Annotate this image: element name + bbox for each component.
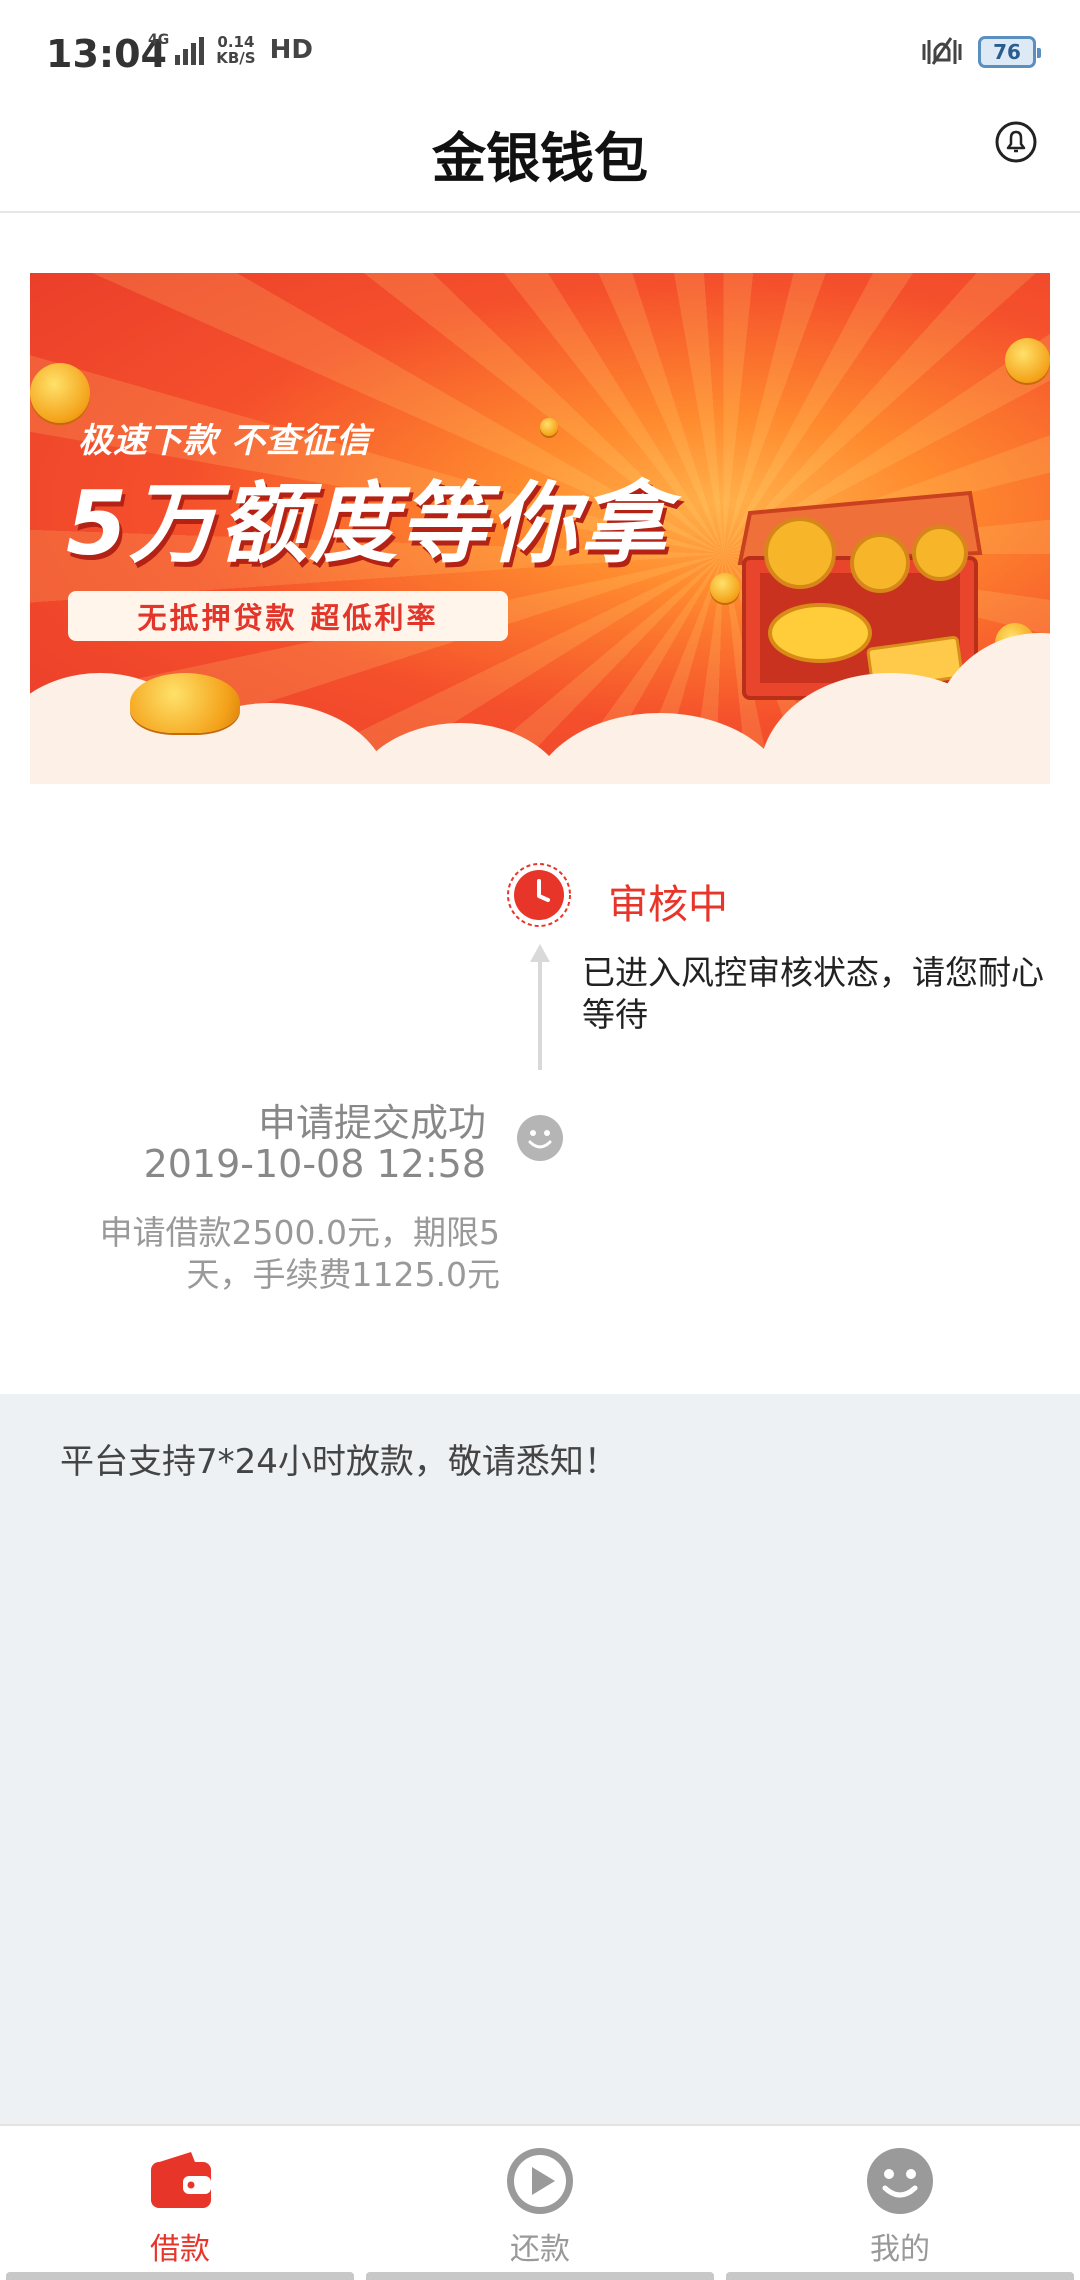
tab-label: 我的: [870, 2232, 930, 2267]
app-header: 金银钱包: [0, 100, 1080, 213]
promo-banner[interactable]: 极速下款 不查征信 5万额度等你拿 无抵押贷款 超低利率: [30, 273, 1050, 784]
network-indicator: 4G 0.14 KB/S HD: [148, 32, 313, 66]
clock-icon: [507, 863, 571, 927]
network-type: 4G: [148, 32, 170, 48]
past-status-datetime: 2019-10-08 12:58: [143, 1142, 486, 1186]
tab-mine[interactable]: 我的: [720, 2126, 1080, 2280]
tab-label: 还款: [510, 2232, 570, 2267]
current-status-description: 已进入风控审核状态，请您耐心等待: [582, 953, 1044, 1034]
gold-ingot-decoration: [130, 673, 240, 733]
current-status: 审核中: [608, 882, 728, 928]
network-speed-unit: KB/S: [216, 49, 256, 67]
bottom-nav: 借款 还款 我的: [0, 2124, 1080, 2280]
battery-icon: 76: [978, 36, 1041, 68]
status-right: 76: [920, 34, 1041, 70]
treasure-chest-image: [730, 453, 990, 703]
coin-decoration: [540, 418, 558, 436]
status-bar: 13:04 4G 0.14 KB/S HD 76: [0, 0, 1080, 100]
play-icon: [507, 2148, 573, 2214]
past-status-title: 申请提交成功: [257, 1101, 486, 1145]
tab-repay[interactable]: 还款: [360, 2126, 720, 2280]
signal-icon: [175, 35, 205, 65]
network-speed: 0.14 KB/S: [216, 34, 255, 66]
loan-detail: 申请借款2500.0元，期限5天，手续费1125.0元: [99, 1213, 500, 1294]
smiley-icon: [867, 2148, 933, 2214]
bell-icon[interactable]: [994, 120, 1038, 164]
coin-decoration: [1005, 338, 1050, 383]
tab-borrow[interactable]: 借款: [0, 2126, 360, 2280]
loan-status-timeline: 审核中 已进入风控审核状态，请您耐心等待 申请提交成功 2019-10-08 1…: [0, 784, 1080, 1394]
notice-area: 平台支持7*24小时放款，敬请悉知！: [0, 1394, 1080, 2124]
tab-indicator: [6, 2272, 354, 2280]
tab-indicator: [366, 2272, 714, 2280]
page-title: 金银钱包: [432, 127, 648, 190]
tab-label: 借款: [150, 2232, 210, 2267]
banner-pill: 无抵押贷款 超低利率: [68, 591, 508, 641]
tab-indicator: [726, 2272, 1074, 2280]
banner-headline: 5万额度等你拿: [66, 472, 670, 575]
notice-text: 平台支持7*24小时放款，敬请悉知！: [60, 1442, 618, 1482]
wallet-icon: [151, 2152, 211, 2208]
timeline-connector: [538, 954, 542, 1070]
smile-icon: [517, 1115, 563, 1161]
hd-indicator: HD: [269, 35, 313, 65]
vibrate-icon: [922, 37, 962, 65]
